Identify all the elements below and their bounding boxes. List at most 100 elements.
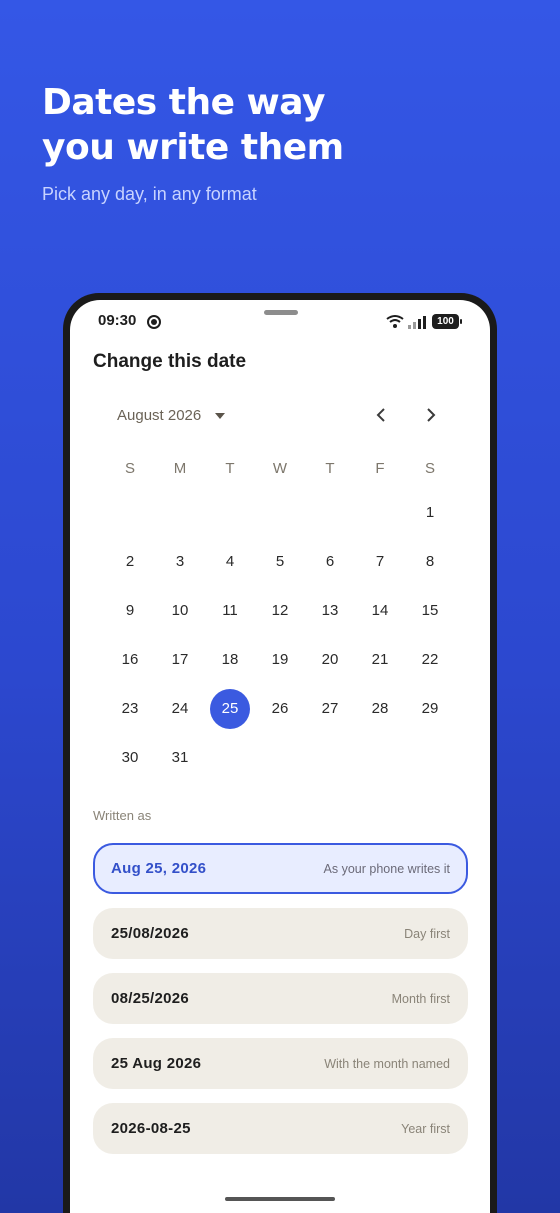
calendar-day[interactable]: 17: [155, 635, 205, 684]
format-option[interactable]: 2026-08-25 Year first: [93, 1103, 468, 1154]
calendar-day[interactable]: 29: [405, 684, 455, 733]
day-number: 4: [225, 553, 235, 570]
day-number: 5: [275, 553, 285, 570]
weekday-label: T: [225, 460, 235, 477]
phone-screen: 09:30 100 Change this date August 2026 S…: [70, 300, 490, 1213]
calendar-day[interactable]: 28: [355, 684, 405, 733]
calendar-day[interactable]: 11: [205, 586, 255, 635]
day-number: 27: [321, 700, 339, 717]
empty-day-cell: [255, 488, 305, 537]
day-number: 10: [171, 602, 189, 619]
weekday-header: SMTWTFS: [105, 460, 455, 477]
status-time: 09:30: [98, 312, 137, 329]
format-value: 25 Aug 2026: [111, 1055, 202, 1072]
empty-day-cell: [155, 488, 205, 537]
empty-day-cell: [305, 488, 355, 537]
calendar-day[interactable]: 22: [405, 635, 455, 684]
day-number: 19: [271, 651, 289, 668]
day-number: 9: [125, 602, 135, 619]
calendar-day[interactable]: 21: [355, 635, 405, 684]
day-number: 7: [375, 553, 385, 570]
format-option[interactable]: Aug 25, 2026 As your phone writes it: [93, 843, 468, 894]
format-option[interactable]: 25/08/2026 Day first: [93, 908, 468, 959]
chevron-right-icon: [427, 408, 436, 422]
calendar-day[interactable]: 16: [105, 635, 155, 684]
calendar-day[interactable]: 30: [105, 733, 155, 782]
calendar-day[interactable]: 7: [355, 537, 405, 586]
calendar-day[interactable]: 31: [155, 733, 205, 782]
calendar-day[interactable]: 3: [155, 537, 205, 586]
calendar-day[interactable]: 15: [405, 586, 455, 635]
weekday-label: F: [375, 460, 385, 477]
wifi-icon: [386, 314, 404, 334]
format-description: With the month named: [324, 1056, 450, 1071]
calendar-day[interactable]: 5: [255, 537, 305, 586]
battery-icon: 100: [432, 314, 462, 329]
sheet-title: Change this date: [93, 351, 247, 372]
calendar-day[interactable]: 26: [255, 684, 305, 733]
format-value: Aug 25, 2026: [111, 860, 207, 877]
day-number: 20: [321, 651, 339, 668]
sheet-grabber[interactable]: [264, 310, 298, 315]
calendar-day[interactable]: 10: [155, 586, 205, 635]
weekday-label: M: [173, 460, 187, 477]
calendar-day[interactable]: 8: [405, 537, 455, 586]
calendar-day[interactable]: 12: [255, 586, 305, 635]
format-value: 2026-08-25: [111, 1120, 191, 1137]
home-indicator: [225, 1197, 335, 1201]
empty-day-cell: [105, 488, 155, 537]
hero-title: Dates the way you write them: [42, 82, 344, 168]
day-number: 29: [421, 700, 439, 717]
calendar-day[interactable]: 19: [255, 635, 305, 684]
phone-frame: 09:30 100 Change this date August 2026 S…: [63, 293, 497, 1213]
format-options: Aug 25, 2026 As your phone writes it 25/08…: [93, 843, 468, 1168]
calendar-day[interactable]: 6: [305, 537, 355, 586]
calendar-day[interactable]: 18: [205, 635, 255, 684]
calendar-day[interactable]: 2: [105, 537, 155, 586]
calendar-day[interactable]: 23: [105, 684, 155, 733]
calendar-day[interactable]: 24: [155, 684, 205, 733]
day-number: 14: [371, 602, 389, 619]
day-number: 18: [221, 651, 239, 668]
hero-subtitle: Pick any day, in any format: [42, 184, 257, 204]
formats-section-label: Written as: [93, 808, 152, 823]
day-number: 2: [125, 553, 135, 570]
selected-day[interactable]: 25: [205, 684, 255, 733]
day-number: 21: [371, 651, 389, 668]
month-label: August 2026: [117, 407, 202, 424]
previous-month-button[interactable]: [366, 400, 396, 430]
calendar-grid: 1 2 3 4 5 6 7 8 9 10 11 12 13 14 15 16 17 18 19 20 21 22 23 24 2…: [105, 488, 455, 782]
calendar-day[interactable]: 13: [305, 586, 355, 635]
day-number: 11: [222, 602, 238, 619]
next-month-button[interactable]: [416, 400, 446, 430]
day-number: 1: [425, 504, 435, 521]
calendar-day[interactable]: 1: [405, 488, 455, 537]
day-number: 30: [121, 749, 139, 766]
signal-icon: [408, 315, 428, 334]
day-number: 15: [421, 602, 439, 619]
day-number: 28: [371, 700, 389, 717]
month-selector[interactable]: August 2026: [117, 407, 226, 424]
calendar-day[interactable]: 4: [205, 537, 255, 586]
empty-day-cell: [355, 488, 405, 537]
format-option[interactable]: 25 Aug 2026 With the month named: [93, 1038, 468, 1089]
format-value: 08/25/2026: [111, 990, 190, 1007]
day-number: 6: [325, 553, 335, 570]
day-number: 26: [271, 700, 289, 717]
focus-mode-icon: [147, 315, 161, 329]
format-description: Year first: [401, 1121, 450, 1136]
calendar-day[interactable]: 20: [305, 635, 355, 684]
weekday-label: S: [424, 460, 435, 477]
day-number: 3: [175, 553, 185, 570]
day-number: 16: [121, 651, 139, 668]
calendar-day[interactable]: 14: [355, 586, 405, 635]
weekday-label: S: [124, 460, 135, 477]
day-number: 22: [421, 651, 439, 668]
day-number: 8: [425, 553, 435, 570]
day-number: 25: [210, 688, 250, 729]
weekday-label: T: [325, 460, 335, 477]
calendar-day[interactable]: 9: [105, 586, 155, 635]
format-option[interactable]: 08/25/2026 Month first: [93, 973, 468, 1024]
calendar-day[interactable]: 27: [305, 684, 355, 733]
day-number: 17: [171, 651, 189, 668]
